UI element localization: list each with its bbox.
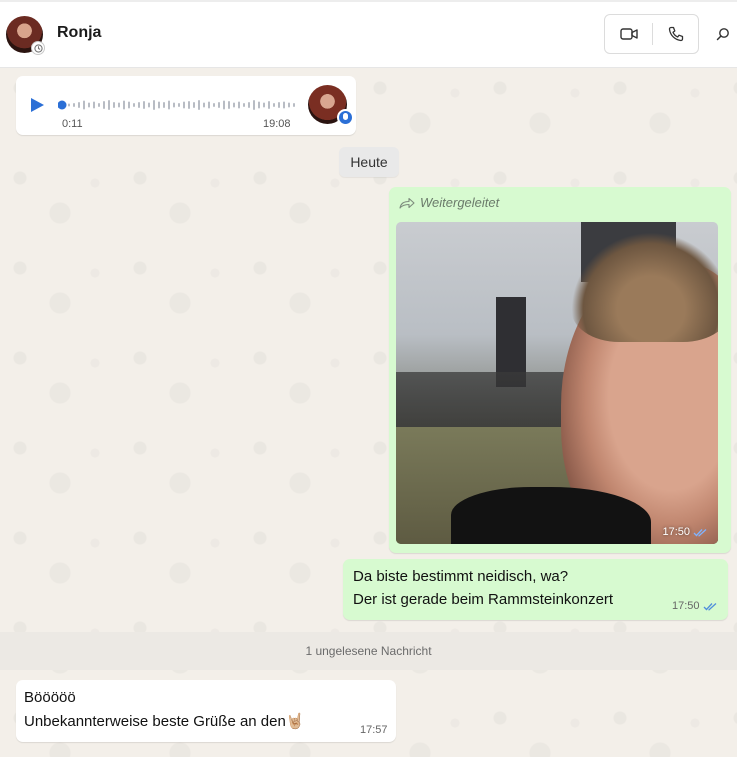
status-icon bbox=[31, 41, 45, 55]
search-icon bbox=[716, 28, 729, 41]
waveform-bar bbox=[198, 100, 200, 110]
call-button-group bbox=[604, 14, 699, 54]
waveform-bar bbox=[173, 102, 175, 108]
waveform-bar bbox=[158, 101, 160, 109]
read-receipt-icon bbox=[703, 602, 716, 611]
waveform-bar bbox=[238, 101, 240, 109]
waveform-bar bbox=[293, 103, 295, 107]
waveform-bar bbox=[248, 102, 250, 108]
waveform-bar bbox=[73, 103, 75, 107]
incoming-text-message[interactable]: Bööööö Unbekannterweise beste Grüße an d… bbox=[16, 680, 396, 742]
message-timestamp: 17:50 bbox=[672, 600, 700, 612]
forwarded-text: Weitergeleitet bbox=[420, 195, 500, 210]
waveform-bar bbox=[143, 101, 145, 109]
outgoing-text-message[interactable]: Da biste bestimmt neidisch, wa? Der ist … bbox=[343, 559, 728, 620]
voice-call-icon bbox=[668, 26, 684, 42]
waveform-bar bbox=[288, 102, 290, 108]
waveform-bar bbox=[168, 100, 170, 110]
waveform-bar bbox=[83, 100, 85, 110]
forwarded-label: Weitergeleitet bbox=[399, 195, 499, 210]
message-timestamp: 17:50 bbox=[662, 526, 690, 538]
unread-messages-banner: 1 ungelesene Nachricht bbox=[0, 632, 737, 670]
waveform-bar bbox=[193, 102, 195, 108]
window-top-line bbox=[0, 0, 737, 2]
waveform-bar bbox=[283, 101, 285, 109]
message-text-line: Bööööö bbox=[24, 689, 76, 706]
play-icon bbox=[31, 98, 44, 112]
waveform-bar bbox=[203, 102, 205, 108]
waveform-bar bbox=[213, 103, 215, 107]
waveform-bar bbox=[258, 101, 260, 109]
waveform-bar bbox=[208, 101, 210, 109]
selfie-image[interactable]: 17:50 bbox=[396, 222, 718, 544]
read-receipt-icon bbox=[693, 528, 707, 537]
waveform-bar bbox=[243, 103, 245, 107]
waveform-bar bbox=[223, 100, 225, 110]
waveform-bar bbox=[273, 103, 275, 107]
message-text: Unbekannterweise beste Grüße an den bbox=[24, 713, 286, 730]
play-button[interactable] bbox=[28, 96, 46, 114]
waveform-bar bbox=[228, 101, 230, 109]
waveform-bar bbox=[153, 100, 155, 110]
waveform-bar bbox=[183, 101, 185, 109]
waveform-bar bbox=[118, 102, 120, 108]
video-call-button[interactable] bbox=[605, 15, 652, 53]
message-meta: 17:50 bbox=[672, 600, 718, 612]
waveform-bar bbox=[263, 102, 265, 108]
waveform-bar bbox=[113, 102, 115, 108]
waveform-bar bbox=[103, 101, 105, 109]
waveform-bar bbox=[88, 102, 90, 108]
message-timestamp: 17:57 bbox=[360, 724, 388, 736]
message-text-line: Unbekannterweise beste Grüße an den🤘🏼 bbox=[24, 712, 305, 730]
message-text-line: Der ist gerade beim Rammsteinkonzert bbox=[353, 591, 614, 608]
photo-message[interactable]: Weitergeleitet 17:50 bbox=[389, 187, 731, 553]
waveform-bar bbox=[253, 100, 255, 110]
microphone-icon bbox=[337, 109, 354, 126]
waveform-bar bbox=[93, 101, 95, 109]
waveform-bar bbox=[133, 103, 135, 107]
message-timestamp: 19:08 bbox=[263, 118, 291, 130]
waveform-bar bbox=[108, 100, 110, 110]
search-button[interactable] bbox=[712, 22, 734, 46]
waveform-bar bbox=[188, 101, 190, 109]
waveform-bar bbox=[123, 100, 125, 110]
waveform-bar bbox=[98, 103, 100, 107]
waveform-bar bbox=[163, 102, 165, 108]
voice-message: 0:11 19:08 bbox=[16, 76, 356, 135]
voice-elapsed: 0:11 bbox=[62, 118, 83, 130]
waveform-bar bbox=[138, 102, 140, 108]
video-call-icon bbox=[619, 28, 638, 40]
forward-icon bbox=[399, 197, 415, 209]
voice-call-button[interactable] bbox=[653, 15, 699, 53]
waveform-bar bbox=[278, 102, 280, 108]
waveform-bar bbox=[233, 102, 235, 108]
rock-hand-emoji: 🤘🏼 bbox=[285, 713, 305, 730]
photo-hair bbox=[571, 232, 718, 342]
waveform-bar bbox=[128, 101, 130, 109]
playback-scrubber[interactable] bbox=[58, 100, 67, 110]
contact-name[interactable]: Ronja bbox=[57, 24, 101, 42]
waveform-bar bbox=[148, 102, 150, 108]
voice-waveform[interactable] bbox=[58, 96, 306, 114]
message-meta: 17:57 bbox=[360, 724, 388, 736]
waveform-bar bbox=[218, 102, 220, 108]
waveform-bar bbox=[68, 103, 70, 107]
chat-header: Ronja bbox=[0, 0, 737, 68]
waveform-bar bbox=[78, 102, 80, 108]
waveform-bar bbox=[268, 101, 270, 109]
photo-meta: 17:50 bbox=[662, 526, 708, 538]
waveform-bar bbox=[178, 103, 180, 107]
date-separator: Heute bbox=[339, 147, 399, 177]
message-text-line: Da biste bestimmt neidisch, wa? bbox=[353, 568, 569, 585]
